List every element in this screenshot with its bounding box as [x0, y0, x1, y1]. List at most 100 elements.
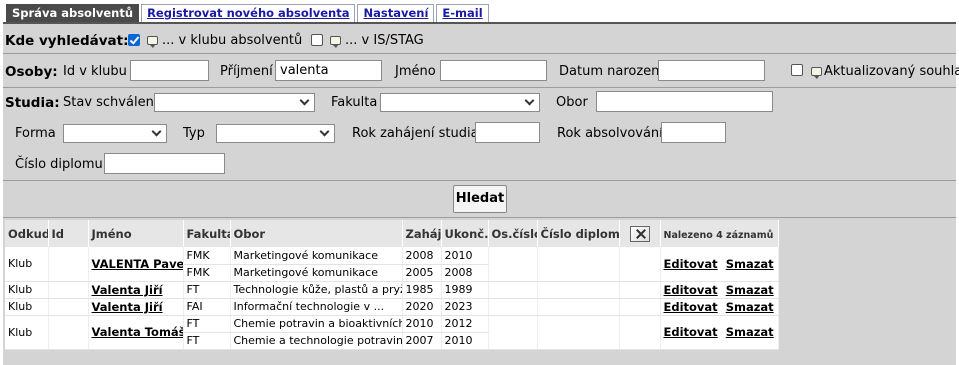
studies-section-label: Studia:	[5, 95, 60, 111]
study-start-input[interactable]	[475, 122, 540, 143]
birth-date-input[interactable]	[658, 60, 765, 81]
cell-source: Klub	[5, 247, 49, 282]
consent-checkbox[interactable]	[791, 64, 803, 76]
chevron-down-icon	[299, 95, 310, 106]
form-select[interactable]	[63, 124, 167, 143]
table-row: Klub Valenta Tomáš FT Chemie potravin a …	[5, 315, 779, 350]
search-club-label: ... v klubu absolventů	[162, 33, 303, 48]
search-button[interactable]: Hledat	[453, 185, 507, 213]
field-input[interactable]	[596, 91, 773, 112]
col-diploma[interactable]: Číslo diplomu	[537, 220, 620, 247]
tab-settings[interactable]: Nastavení	[357, 4, 435, 22]
cell-diploma	[537, 298, 620, 316]
comment-icon	[147, 36, 158, 48]
cell-id	[48, 315, 89, 350]
cell-field: Chemie potravin a bioaktivních ...	[230, 315, 403, 333]
faculty-label: Fakulta	[331, 95, 378, 110]
cell-end: 1989	[441, 281, 489, 299]
person-name-link[interactable]: Valenta Jiří	[92, 283, 163, 297]
search-club-checkbox[interactable]	[128, 34, 140, 46]
diploma-number-label: Číslo diplomu	[15, 157, 103, 172]
cell-field: Marketingové komunikace	[230, 264, 403, 282]
delete-link[interactable]: Smazat	[726, 283, 774, 297]
search-stag-checkbox[interactable]	[311, 34, 323, 46]
club-id-input[interactable]	[130, 60, 209, 81]
chevron-down-icon	[319, 126, 330, 137]
graduation-year-input[interactable]	[661, 122, 726, 143]
cell-field: Marketingové komunikace	[230, 247, 403, 265]
col-source[interactable]: Odkud	[5, 220, 49, 247]
edit-link[interactable]: Editovat	[664, 300, 718, 314]
col-start[interactable]: Zaháj.	[402, 220, 442, 247]
type-label: Typ	[183, 126, 205, 141]
person-name-link[interactable]: VALENTA Pavel	[92, 257, 183, 271]
persons-section-label: Osoby:	[5, 64, 58, 80]
study-start-label: Rok zahájení studia	[352, 126, 479, 141]
edit-link[interactable]: Editovat	[664, 283, 718, 297]
col-field[interactable]: Obor	[230, 220, 403, 247]
tab-email[interactable]: E-mail	[436, 4, 489, 22]
cell-diploma	[537, 247, 620, 282]
divider	[3, 53, 956, 54]
comment-icon	[330, 36, 341, 48]
edit-link[interactable]: Editovat	[664, 325, 718, 339]
cell-faculty: FT	[183, 315, 231, 333]
graduation-year-label: Rok absolvování	[557, 126, 663, 141]
table-row: Klub Valenta Jiří FT Technologie kůže, p…	[5, 281, 779, 299]
col-name[interactable]: Jméno	[88, 220, 184, 247]
divider	[3, 87, 956, 88]
search-where-label: Kde vyhledávat:	[5, 33, 129, 49]
cell-actions: Editovat Smazat	[660, 315, 779, 350]
approval-status-select[interactable]	[154, 93, 315, 112]
tab-manage-alumni[interactable]: Správa absolventů	[6, 4, 140, 22]
cell-personal-number	[488, 281, 538, 299]
col-id[interactable]: Id	[48, 220, 89, 247]
cell-start: 2008	[402, 247, 442, 265]
diploma-number-input[interactable]	[104, 153, 225, 174]
edit-link[interactable]: Editovat	[664, 257, 718, 271]
search-stag-label: ... v IS/STAG	[345, 33, 424, 48]
cell-personal-number	[488, 247, 538, 282]
divider	[3, 217, 956, 218]
type-select[interactable]	[216, 124, 335, 143]
excel-export-icon[interactable]	[629, 225, 650, 242]
comment-icon	[811, 67, 822, 79]
cell-start: 2007	[402, 332, 442, 350]
birth-date-label: Datum narození	[559, 64, 663, 79]
surname-input[interactable]: valenta	[275, 60, 382, 81]
delete-link[interactable]: Smazat	[726, 325, 774, 339]
approval-status-label: Stav schválení	[63, 95, 158, 110]
found-count: Nalezeno 4 záznamů	[660, 220, 779, 247]
field-label: Obor	[556, 95, 588, 110]
first-name-input[interactable]	[440, 60, 547, 81]
cell-export	[619, 281, 661, 299]
tab-register-alumnus[interactable]: Registrovat nového absolventa	[141, 4, 356, 22]
cell-export	[619, 247, 661, 282]
cell-start: 2005	[402, 264, 442, 282]
col-personal-number[interactable]: Os.číslo	[488, 220, 538, 247]
delete-link[interactable]: Smazat	[726, 257, 774, 271]
consent-label: Aktualizovaný souhlas	[824, 64, 959, 79]
cell-faculty: FMK	[183, 264, 231, 282]
person-name-link[interactable]: Valenta Jiří	[92, 300, 163, 314]
cell-faculty: FAI	[183, 298, 231, 316]
cell-personal-number	[488, 315, 538, 350]
cell-id	[48, 247, 89, 282]
faculty-select[interactable]	[380, 93, 540, 112]
col-end[interactable]: Ukonč.	[441, 220, 489, 247]
cell-name: Valenta Tomáš	[88, 315, 184, 350]
cell-actions: Editovat Smazat	[660, 298, 779, 316]
cell-source: Klub	[5, 281, 49, 299]
cell-start: 2020	[402, 298, 442, 316]
col-faculty[interactable]: Fakulta	[183, 220, 231, 247]
cell-name: Valenta Jiří	[88, 298, 184, 316]
cell-field: Chemie a technologie potravin	[230, 332, 403, 350]
cell-end: 2012	[441, 315, 489, 333]
person-name-link[interactable]: Valenta Tomáš	[92, 325, 183, 339]
cell-source: Klub	[5, 298, 49, 316]
cell-name: VALENTA Pavel	[88, 247, 184, 282]
tab-bar: Správa absolventů Registrovat nového abs…	[6, 4, 491, 22]
col-export[interactable]	[619, 220, 661, 247]
delete-link[interactable]: Smazat	[726, 300, 774, 314]
cell-end: 2010	[441, 247, 489, 265]
